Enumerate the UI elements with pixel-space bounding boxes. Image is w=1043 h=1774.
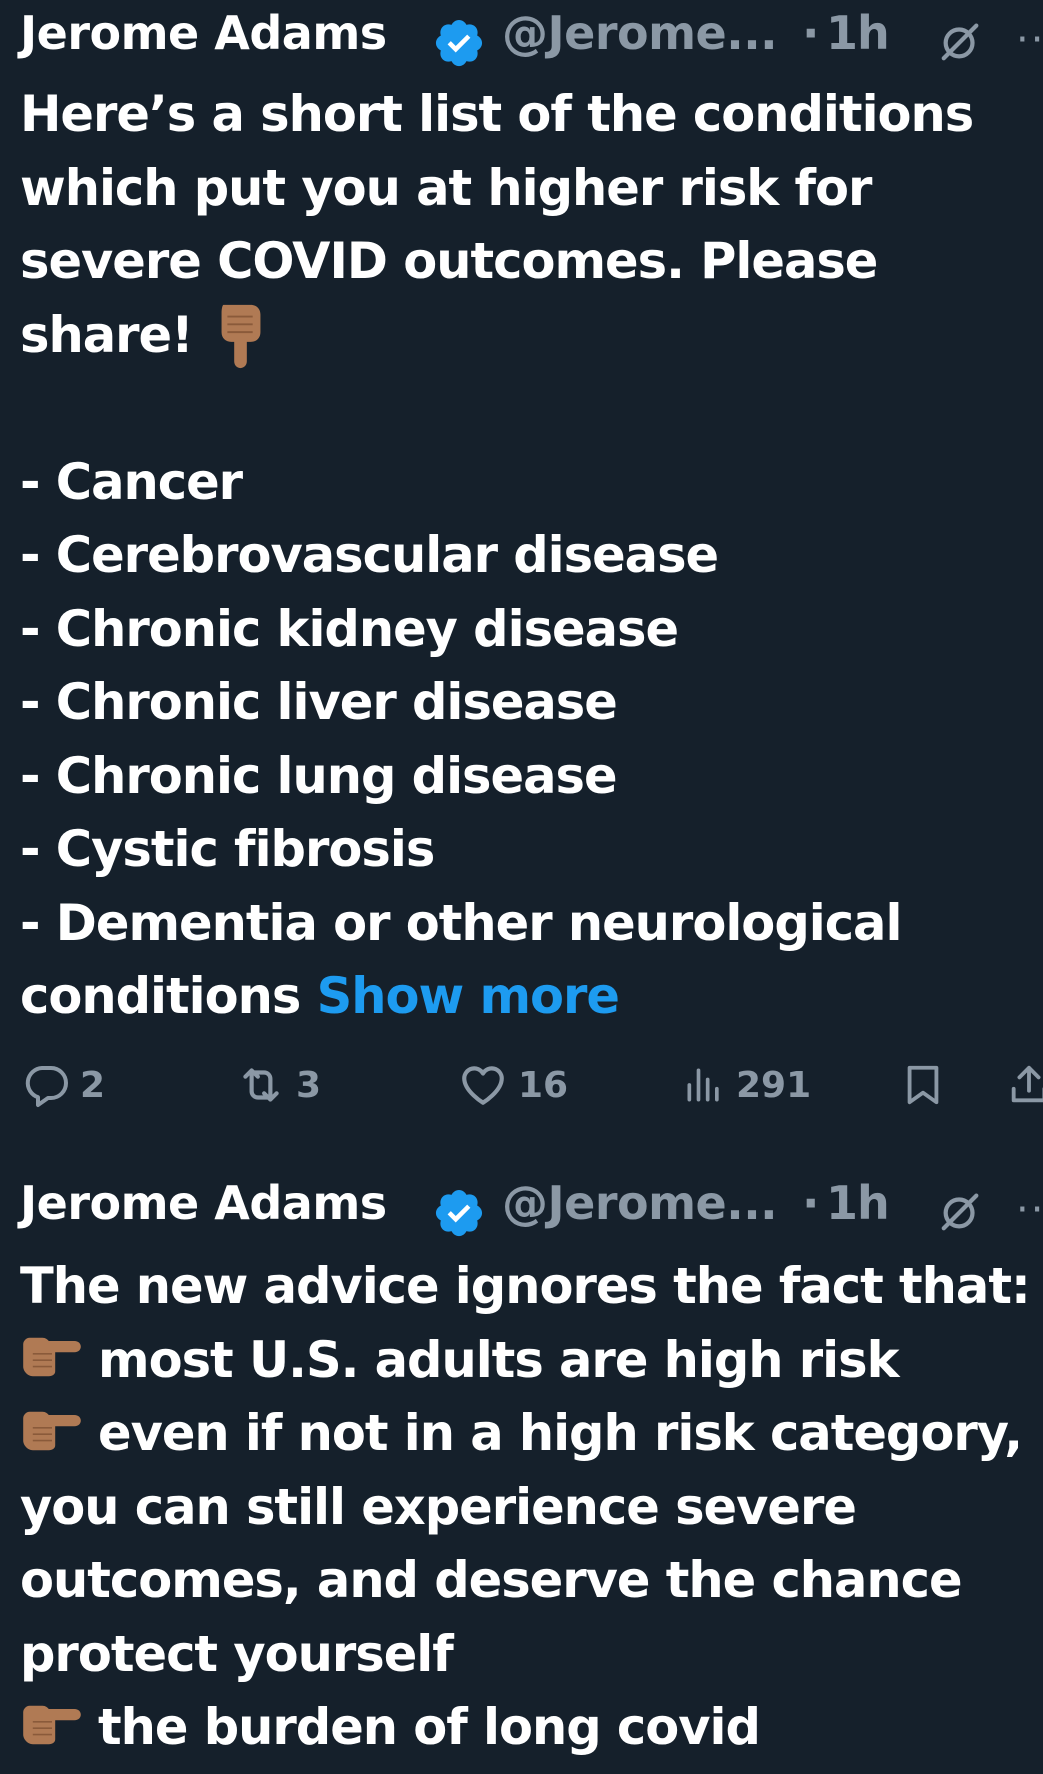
backhand-index-pointing-down-emoji: [211, 301, 271, 371]
tweet-header: Jerome Adams @Jerome... · 1h ··: [0, 0, 1043, 76]
retweet-count: 3: [296, 1064, 322, 1106]
bullet-line: most U.S. adults are high risk: [20, 1324, 1030, 1398]
retweet-button[interactable]: 3: [236, 1060, 321, 1110]
bullet-line: the burden of long covid: [20, 1691, 1030, 1765]
tweet[interactable]: Jerome Adams @Jerome... · 1h ·· The new …: [0, 1170, 1043, 1756]
tweet[interactable]: Jerome Adams @Jerome... · 1h ·· Here’s a…: [0, 0, 1043, 76]
tweet-text-line-with-emoji: share!: [20, 299, 1030, 373]
share-button[interactable]: [1006, 1060, 1043, 1110]
condition-item: - Chronic kidney disease: [20, 599, 679, 658]
reply-icon: [22, 1061, 70, 1109]
tweet-header: Jerome Adams @Jerome... · 1h ··: [0, 1170, 1043, 1246]
views-chart-icon: [682, 1063, 726, 1107]
timestamp[interactable]: 1h: [826, 6, 890, 60]
bullet-text: most U.S. adults are high risk: [98, 1330, 900, 1389]
author-handle[interactable]: @Jerome...: [502, 1176, 778, 1230]
show-more-link[interactable]: Show more: [317, 967, 620, 1025]
tweet-text-line: outcomes, and deserve the chance: [20, 1551, 963, 1609]
author-handle[interactable]: @Jerome...: [502, 6, 778, 60]
separator-dot: ·: [802, 1176, 820, 1230]
condition-item: - Dementia or other neurological: [20, 893, 902, 952]
backhand-index-pointing-right-emoji: [20, 1697, 84, 1753]
views-count: 291: [736, 1064, 812, 1106]
author-name[interactable]: Jerome Adams: [20, 6, 387, 60]
like-count: 16: [518, 1064, 569, 1106]
backhand-index-pointing-right-emoji: [20, 1329, 84, 1385]
tweet-text-line: you can still experience severe: [20, 1477, 857, 1536]
author-name[interactable]: Jerome Adams: [20, 1176, 387, 1230]
backhand-index-pointing-right-emoji: [20, 1403, 84, 1459]
condition-item: - Chronic liver disease: [20, 673, 618, 731]
more-options-icon[interactable]: ··: [1016, 1190, 1043, 1230]
condition-item: - Cancer: [20, 452, 243, 511]
tweet-text-line: which put you at higher risk for: [20, 158, 872, 217]
bullet-text: even if not in a high risk category,: [98, 1404, 1023, 1462]
tweet-text-line: The new advice ignores the fact that:: [20, 1257, 1031, 1315]
grok-icon[interactable]: [938, 1188, 984, 1234]
retweet-icon: [236, 1060, 286, 1110]
heart-icon: [458, 1060, 508, 1110]
bookmark-icon: [900, 1062, 946, 1108]
views-button[interactable]: 291: [682, 1060, 811, 1110]
bullet-line: even if not in a high risk category,: [20, 1397, 1030, 1471]
share-icon: [1006, 1062, 1043, 1108]
bullet-text: the burden of long covid: [98, 1698, 761, 1756]
separator-dot: ·: [802, 6, 820, 60]
grok-icon[interactable]: [938, 18, 984, 64]
tweet-text: The new advice ignores the fact that: mo…: [20, 1250, 1031, 1765]
tweet-text: Here’s a short list of the conditions wh…: [20, 78, 1030, 1034]
tweet-text-line: Here’s a short list of the conditions: [20, 85, 974, 143]
reply-button[interactable]: 2: [22, 1060, 105, 1110]
condition-item: - Chronic lung disease: [20, 746, 618, 805]
verified-badge-icon: [432, 1186, 486, 1240]
condition-item: - Cerebrovascular disease: [20, 526, 719, 584]
tweet-text-line: protect yourself: [20, 1624, 454, 1683]
verified-badge-icon: [432, 16, 486, 70]
like-button[interactable]: 16: [458, 1060, 568, 1110]
tweet-text-fragment: share!: [20, 305, 194, 364]
bookmark-button[interactable]: [900, 1060, 946, 1110]
reply-count: 2: [80, 1064, 106, 1106]
more-options-icon[interactable]: ··: [1016, 20, 1043, 60]
condition-item: - Cystic fibrosis: [20, 820, 435, 878]
tweet-actions-bar: 2 3 16 291: [0, 1050, 1043, 1120]
tweet-text-last-line: conditions Show more: [20, 960, 1030, 1034]
tweet-text-fragment: conditions: [20, 967, 301, 1025]
timestamp[interactable]: 1h: [826, 1176, 890, 1230]
tweet-text-line: severe COVID outcomes. Please: [20, 232, 878, 290]
